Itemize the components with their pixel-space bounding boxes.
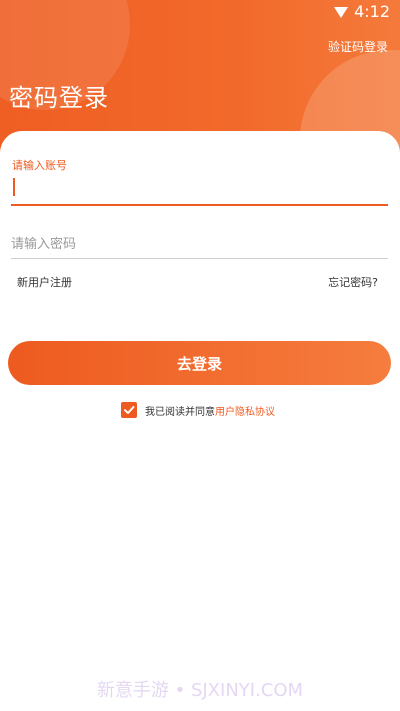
forgot-password-link[interactable]: 忘记密码? [328, 274, 378, 290]
password-input[interactable]: 请输入密码 [11, 226, 388, 259]
status-bar: 4:12 [334, 2, 390, 21]
text-caret [13, 178, 15, 196]
agree-checkbox[interactable] [121, 402, 137, 418]
sms-login-link[interactable]: 验证码登录 [328, 38, 388, 55]
check-icon [124, 406, 135, 414]
password-placeholder: 请输入密码 [11, 236, 77, 252]
account-label: 请输入账号 [12, 159, 67, 172]
page-title: 密码登录 [9, 84, 109, 112]
agreement-row: 我已阅读并同意 用户隐私协议 [121, 402, 275, 418]
register-link[interactable]: 新用户注册 [17, 274, 72, 290]
account-input[interactable] [11, 172, 388, 206]
login-button[interactable]: 去登录 [8, 341, 391, 385]
status-time: 4:12 [354, 2, 390, 21]
wifi-icon [334, 7, 349, 18]
form-card [0, 131, 400, 711]
privacy-policy-link[interactable]: 用户隐私协议 [215, 403, 275, 418]
watermark: 新意手游 • SJXINYI.COM [96, 680, 304, 701]
agreement-text: 我已阅读并同意 [145, 406, 215, 418]
